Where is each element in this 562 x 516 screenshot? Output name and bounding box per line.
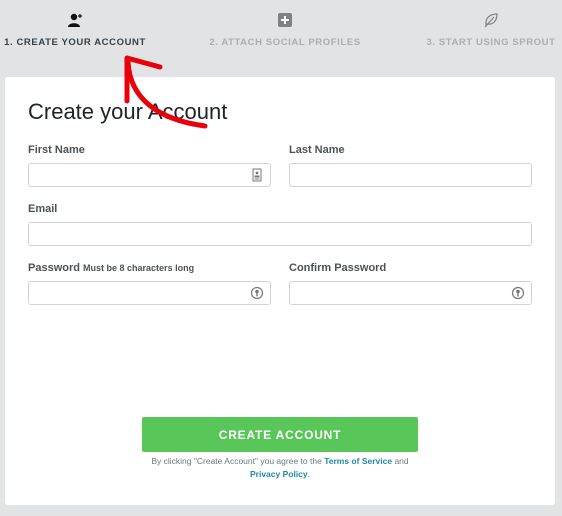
- create-account-form: Create your Account First Name Last Name…: [5, 77, 555, 505]
- contact-card-icon: [252, 168, 262, 182]
- terms-prefix: By clicking "Create Account" you agree t…: [151, 456, 322, 466]
- confirm-password-label: Confirm Password: [289, 262, 387, 274]
- email-field[interactable]: [28, 222, 532, 246]
- privacy-policy-link[interactable]: Privacy Policy: [250, 469, 308, 479]
- last-name-field[interactable]: [289, 163, 532, 187]
- page-title: Create your Account: [28, 99, 228, 124]
- plus-square-icon: [278, 13, 292, 27]
- step-label: 2. ATTACH SOCIAL PROFILES: [209, 37, 361, 48]
- password-label: Password Must be 8 characters long: [28, 262, 194, 274]
- step-attach-social-profiles: 2. ATTACH SOCIAL PROFILES: [205, 0, 365, 60]
- terms-of-service-link[interactable]: Terms of Service: [324, 456, 392, 466]
- add-user-icon: [68, 13, 82, 27]
- terms-suffix: .: [307, 469, 311, 479]
- password-field[interactable]: [28, 281, 271, 305]
- progress-steps: 1. CREATE YOUR ACCOUNT 2. ATTACH SOCIAL …: [0, 0, 562, 76]
- password-key-icon[interactable]: [511, 286, 525, 300]
- step-label: 3. START USING SPROUT: [426, 37, 556, 48]
- password-hint: Must be 8 characters long: [83, 263, 195, 273]
- step-create-account: 1. CREATE YOUR ACCOUNT: [0, 0, 150, 60]
- step-label: 1. CREATE YOUR ACCOUNT: [4, 37, 146, 48]
- email-label: Email: [28, 203, 58, 215]
- confirm-password-field[interactable]: [289, 281, 532, 305]
- leaf-icon: [484, 13, 498, 28]
- password-key-icon[interactable]: [250, 286, 264, 300]
- terms-and: and: [394, 456, 409, 466]
- password-label-text: Password: [28, 262, 80, 274]
- create-account-button[interactable]: CREATE ACCOUNT: [142, 417, 418, 452]
- first-name-label: First Name: [28, 144, 85, 156]
- last-name-label: Last Name: [289, 144, 345, 156]
- terms-notice: By clicking "Create Account" you agree t…: [105, 455, 455, 481]
- step-start-using-sprout: 3. START USING SPROUT: [420, 0, 562, 60]
- first-name-field[interactable]: [28, 163, 271, 187]
